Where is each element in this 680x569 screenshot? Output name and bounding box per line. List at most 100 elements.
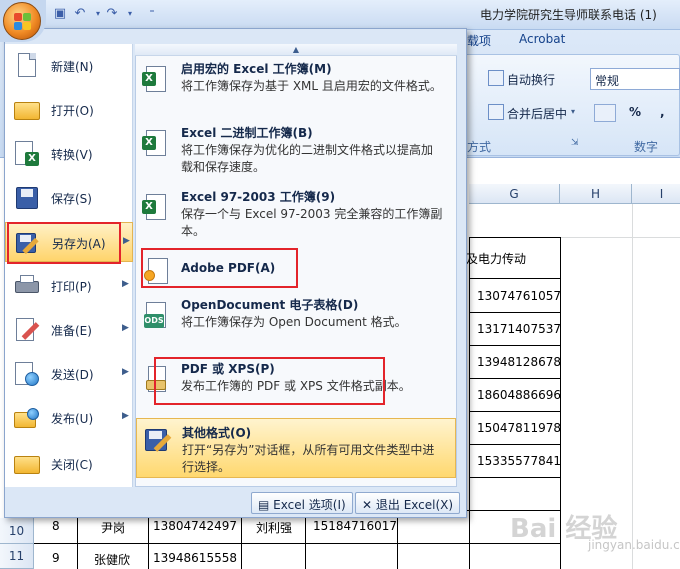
table-border — [469, 345, 561, 346]
phone-cell[interactable]: 13948128678 — [477, 355, 561, 369]
excel-97-2003-icon: X — [142, 192, 170, 224]
phone-cell[interactable]: 13171407537 — [477, 322, 561, 336]
gridline — [632, 204, 633, 569]
option-description: 将工作簿保存为 Open Document 格式。 — [181, 315, 407, 329]
option-title: 其他格式(O) — [182, 426, 252, 440]
menu-item-label: 发送(D) — [51, 368, 94, 382]
row-number-cell[interactable]: 9 — [52, 551, 60, 565]
prepare-icon — [13, 316, 41, 344]
phone-cell[interactable]: 13948615558 — [153, 551, 237, 565]
save-as-excel-97-2003[interactable]: X Excel 97-2003 工作簿(9) 保存一个与 Excel 97-20… — [136, 188, 456, 246]
phone-cell[interactable]: 18604886696 — [477, 388, 561, 402]
printer-icon — [13, 272, 41, 300]
table-border — [469, 237, 561, 238]
tab-addins[interactable]: 载项 — [467, 32, 491, 50]
menu-item-save[interactable]: 保存(S) — [5, 178, 133, 218]
open-folder-icon — [13, 96, 41, 124]
menu-item-prepare[interactable]: 准备(E) ▶ — [5, 310, 133, 350]
excel-options-button[interactable]: ▤ Excel 选项(I) — [251, 492, 353, 514]
menu-item-open[interactable]: 打开(O) — [5, 90, 133, 130]
redo-icon[interactable]: ↷ — [104, 6, 120, 22]
options-icon: ▤ — [258, 498, 274, 512]
column-header-g[interactable]: G — [469, 184, 560, 204]
close-icon: ✕ — [362, 498, 376, 512]
save-as-macro-workbook[interactable]: X 启用宏的 Excel 工作簿(M) 将工作簿保存为基于 XML 且启用宏的文… — [136, 60, 456, 118]
send-icon — [13, 360, 41, 388]
save-as-binary-workbook[interactable]: X Excel 二进制工作簿(B) 将工作簿保存为优化的二进制文件格式以提高加载… — [136, 124, 456, 182]
alignment-launcher-icon[interactable]: ⇲ — [571, 138, 579, 148]
number-format-select[interactable]: 常规 — [590, 68, 680, 90]
name-cell[interactable]: 刘利强 — [256, 519, 292, 536]
publish-icon — [13, 404, 41, 432]
menu-item-label: 关闭(C) — [51, 458, 93, 472]
wrap-text-button[interactable]: 自动换行 — [507, 71, 555, 88]
submenu-arrow-icon: ▶ — [122, 323, 129, 333]
menu-item-convert[interactable]: X 转换(V) — [5, 134, 133, 174]
column-header-i[interactable]: I — [632, 184, 680, 204]
phone-cell[interactable]: 13074761057 — [477, 289, 561, 303]
submenu-arrow-icon: ▶ — [122, 367, 129, 377]
redo-dropdown-icon[interactable]: ▾ — [122, 6, 138, 22]
table-border — [469, 378, 561, 379]
merge-center-button[interactable]: 合并后居中 — [507, 105, 567, 122]
menu-item-new[interactable]: 新建(N) — [5, 46, 133, 86]
menu-item-close[interactable]: 关闭(C) — [5, 444, 133, 484]
window-title: 电力学院研究生导师联系电话 (1) — [480, 8, 657, 22]
table-border — [469, 278, 561, 279]
submenu-arrow-icon: ▶ — [122, 411, 129, 421]
annotation-highlight-box — [141, 248, 298, 288]
save-as-opendocument[interactable]: ODS OpenDocument 电子表格(D) 将工作簿保存为 Open Do… — [136, 296, 456, 338]
phone-cell[interactable]: 15047811978 — [477, 421, 561, 435]
menu-item-send[interactable]: 发送(D) ▶ — [5, 354, 133, 394]
phone-cell[interactable]: 13804742497 — [153, 519, 237, 533]
option-title: 启用宏的 Excel 工作簿(M) — [181, 62, 332, 76]
row-header-10[interactable]: 10 — [0, 518, 34, 544]
customize-qat-icon[interactable]: ⁼ — [144, 6, 160, 22]
table-border — [305, 510, 306, 569]
option-title: Excel 二进制工作簿(B) — [181, 126, 313, 140]
header-cell-g[interactable]: 及电力传动 — [466, 250, 526, 267]
option-title: Excel 97-2003 工作簿(9) — [181, 190, 336, 204]
undo-icon[interactable]: ↶ — [72, 6, 88, 22]
submenu-arrow-icon: ▶ — [122, 279, 129, 289]
currency-icon[interactable] — [594, 104, 616, 122]
phone-cell[interactable]: 15184716017 — [313, 519, 397, 533]
table-border — [397, 510, 398, 569]
save-disk-icon — [13, 184, 41, 212]
number-group-label: 数字 — [634, 140, 659, 154]
menu-item-publish[interactable]: 发布(U) ▶ — [5, 398, 133, 438]
percent-button[interactable]: % — [629, 105, 641, 119]
column-header-h[interactable]: H — [560, 184, 632, 204]
merge-dropdown-icon[interactable]: ▾ — [571, 107, 575, 116]
menu-item-label: 发布(U) — [51, 412, 94, 426]
binary-workbook-icon: X — [142, 128, 170, 160]
name-cell[interactable]: 尹岗 — [101, 519, 125, 536]
row-header-11[interactable]: 11 — [0, 544, 34, 569]
phone-cell[interactable]: 15335577841 — [477, 454, 561, 468]
option-description: 保存一个与 Excel 97-2003 完全兼容的工作簿副本。 — [181, 207, 443, 238]
menu-item-print[interactable]: 打印(P) ▶ — [5, 266, 133, 306]
exit-excel-button[interactable]: ✕ 退出 Excel(X) — [355, 492, 461, 514]
office-button[interactable] — [0, 0, 46, 42]
row-number-cell[interactable]: 8 — [52, 519, 60, 533]
macro-workbook-icon: X — [142, 64, 170, 96]
menu-item-label: 新建(N) — [51, 60, 94, 74]
save-as-other-formats[interactable]: 其他格式(O) 打开“另存为”对话框，从所有可用文件类型中进行选择。 — [136, 418, 456, 478]
table-border — [469, 444, 561, 445]
table-border — [34, 543, 561, 544]
table-border — [148, 510, 149, 569]
table-border — [469, 477, 561, 478]
submenu-arrow-icon: ▶ — [123, 236, 130, 246]
opendocument-icon: ODS — [142, 300, 170, 332]
option-description: 将工作簿保存为优化的二进制文件格式以提高加载和保存速度。 — [181, 143, 434, 174]
other-formats-icon — [143, 423, 172, 455]
name-cell[interactable]: 张健欣 — [94, 551, 130, 568]
menu-item-label: 打开(O) — [51, 104, 94, 118]
merge-center-icon — [488, 104, 504, 120]
scroll-up-icon[interactable]: ▲ — [135, 44, 457, 56]
tab-acrobat[interactable]: Acrobat — [519, 32, 565, 50]
comma-button[interactable]: , — [660, 105, 665, 119]
save-icon[interactable]: ▣ — [52, 6, 68, 22]
annotation-highlight-box — [154, 357, 385, 405]
table-border — [469, 312, 561, 313]
